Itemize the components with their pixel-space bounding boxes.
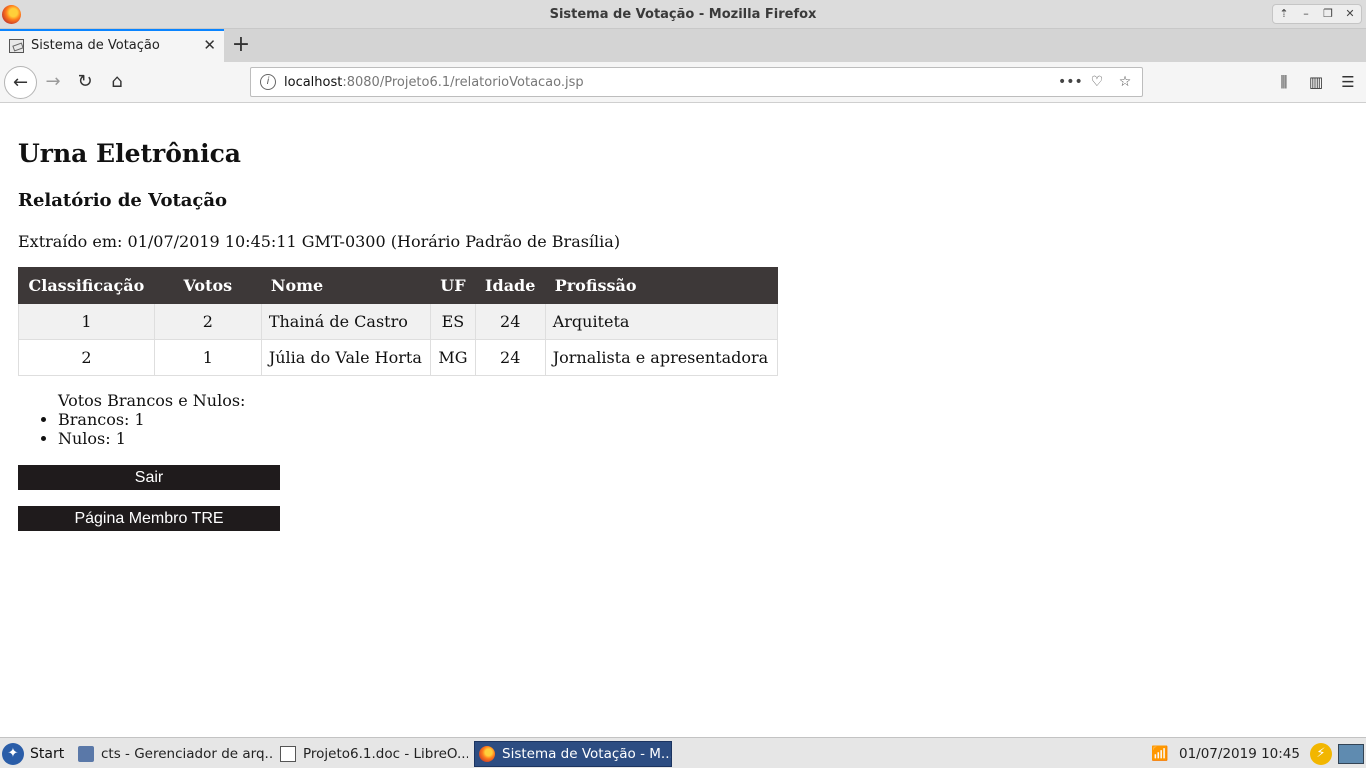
- wifi-icon[interactable]: 📶: [1149, 746, 1171, 762]
- table-header-row: Classificação Votos Nome UF Idade Profis…: [18, 267, 779, 304]
- start-label: Start: [30, 745, 65, 762]
- window-titlebar: Sistema de Votação - Mozilla Firefox ⇡ –…: [0, 0, 1366, 29]
- cell-profissao: Jornalista e apresentadora: [544, 339, 779, 376]
- tab-strip: Sistema de Votação ✕ +: [0, 29, 1366, 62]
- tab-label: Sistema de Votação: [31, 38, 160, 53]
- report-title: Relatório de Votação: [18, 190, 228, 211]
- cell-idade: 24: [474, 303, 546, 340]
- taskbar-item-libreoffice[interactable]: Projeto6.1.doc - LibreO...: [276, 741, 468, 767]
- taskbar-item-file-manager[interactable]: cts - Gerenciador de arq...: [74, 741, 272, 767]
- start-menu-icon: ✦: [2, 742, 24, 765]
- cell-classificacao: 1: [18, 303, 155, 340]
- forward-icon[interactable]: →: [38, 67, 68, 97]
- show-desktop-icon[interactable]: [1338, 744, 1364, 764]
- table-row: 2 1 Júlia do Vale Horta MG 24 Jornalista…: [18, 339, 779, 376]
- reload-icon[interactable]: ↻: [70, 67, 100, 97]
- table-row: 1 2 Thainá de Castro ES 24 Arquiteta: [18, 303, 779, 340]
- toolbar-right: ⫼ ▥ ☰: [1270, 67, 1362, 97]
- document-icon: [280, 746, 296, 762]
- list-item: Nulos: 1: [58, 429, 245, 448]
- results-table: Classificação Votos Nome UF Idade Profis…: [18, 267, 779, 376]
- page-favicon-icon: [9, 39, 24, 53]
- header-idade: Idade: [474, 267, 546, 304]
- tab-sistema-votacao[interactable]: Sistema de Votação ✕: [0, 29, 224, 62]
- header-nome: Nome: [260, 267, 432, 304]
- cell-uf: MG: [430, 339, 476, 376]
- window-title: Sistema de Votação - Mozilla Firefox: [549, 7, 817, 22]
- url-path: :8080/Projeto6.1/relatorioVotacao.jsp: [342, 75, 584, 90]
- pocket-icon[interactable]: ♡: [1086, 72, 1108, 92]
- window-up-icon[interactable]: ⇡: [1273, 5, 1295, 23]
- navigation-toolbar: ← → ↻ ⌂ i localhost:8080/Projeto6.1/rela…: [0, 62, 1366, 103]
- folder-icon: [78, 746, 94, 762]
- sidebar-icon[interactable]: ▥: [1302, 67, 1330, 97]
- header-votos: Votos: [153, 267, 262, 304]
- cell-idade: 24: [474, 339, 546, 376]
- url-text[interactable]: localhost:8080/Projeto6.1/relatorioVotac…: [284, 75, 584, 90]
- cell-nome: Thainá de Castro: [260, 303, 432, 340]
- firefox-icon: [479, 746, 495, 762]
- cell-votos: 1: [153, 339, 262, 376]
- exit-button[interactable]: Sair: [18, 465, 280, 490]
- tre-member-page-button[interactable]: Página Membro TRE: [18, 506, 280, 531]
- page-title: Urna Eletrônica: [18, 139, 241, 168]
- cell-uf: ES: [430, 303, 476, 340]
- window-maximize-icon[interactable]: ❐: [1317, 5, 1339, 23]
- new-tab-icon[interactable]: +: [230, 32, 252, 57]
- home-icon[interactable]: ⌂: [102, 67, 132, 97]
- menu-icon[interactable]: ☰: [1334, 67, 1362, 97]
- cell-nome: Júlia do Vale Horta: [260, 339, 432, 376]
- taskbar-item-firefox[interactable]: Sistema de Votação - M...: [474, 741, 672, 767]
- taskbar: ✦ Start cts - Gerenciador de arq... Proj…: [0, 737, 1366, 768]
- taskbar-item-label: Sistema de Votação - M...: [502, 746, 672, 762]
- header-classificacao: Classificação: [18, 267, 155, 304]
- cell-classificacao: 2: [18, 339, 155, 376]
- library-icon[interactable]: ⫼: [1270, 67, 1298, 97]
- taskbar-item-label: cts - Gerenciador de arq...: [101, 746, 272, 762]
- cell-profissao: Arquiteta: [544, 303, 779, 340]
- cell-votos: 2: [153, 303, 262, 340]
- extraction-timestamp: Extraído em: 01/07/2019 10:45:11 GMT-030…: [18, 232, 621, 251]
- header-uf: UF: [430, 267, 476, 304]
- power-icon[interactable]: ⚡: [1310, 743, 1332, 765]
- page-content: Urna Eletrônica Relatório de Votação Ext…: [0, 103, 1366, 737]
- url-bar[interactable]: i localhost:8080/Projeto6.1/relatorioVot…: [250, 67, 1143, 97]
- more-icon[interactable]: •••: [1058, 72, 1083, 92]
- summary-list: Brancos: 1 Nulos: 1: [58, 410, 245, 448]
- window-controls: ⇡ – ❐ ✕: [1272, 4, 1362, 24]
- window-close-icon[interactable]: ✕: [1339, 5, 1361, 23]
- url-actions: ••• ♡ ☆: [1058, 72, 1136, 92]
- system-tray: 📶 01/07/2019 10:45 ⚡: [1149, 741, 1366, 767]
- bookmark-star-icon[interactable]: ☆: [1114, 72, 1136, 92]
- taskbar-item-label: Projeto6.1.doc - LibreO...: [303, 746, 468, 762]
- start-button[interactable]: ✦ Start: [2, 741, 64, 766]
- info-icon[interactable]: i: [260, 74, 276, 90]
- header-profissao: Profissão: [544, 267, 779, 304]
- blank-null-summary: Votos Brancos e Nulos: Brancos: 1 Nulos:…: [40, 391, 245, 448]
- back-icon[interactable]: ←: [4, 66, 37, 99]
- window-minimize-icon[interactable]: –: [1295, 5, 1317, 23]
- list-item: Brancos: 1: [58, 410, 245, 429]
- tab-close-icon[interactable]: ✕: [203, 36, 216, 54]
- summary-caption: Votos Brancos e Nulos:: [58, 391, 246, 410]
- clock[interactable]: 01/07/2019 10:45: [1179, 746, 1300, 762]
- url-host: localhost: [284, 75, 343, 90]
